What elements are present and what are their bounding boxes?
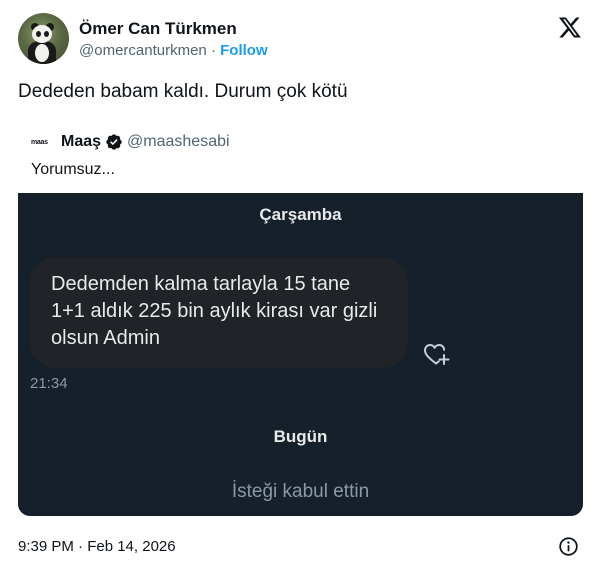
author-avatar[interactable] xyxy=(18,13,69,64)
chat-day-label: Bugün xyxy=(273,427,328,446)
info-icon[interactable] xyxy=(558,536,579,557)
x-logo-icon[interactable] xyxy=(558,15,582,39)
avatar-panda-eye xyxy=(44,31,49,37)
quoted-tweet-header[interactable]: maas Maaş @maashesabi xyxy=(31,133,230,151)
quoted-author-avatar[interactable]: maas xyxy=(31,133,51,151)
chat-message-time: 21:34 xyxy=(30,375,68,392)
chat-screenshot-image[interactable]: Çarşamba Dedemden kalma tarlayla 15 tane… xyxy=(18,193,583,516)
author-handle[interactable]: @omercanturkmen xyxy=(79,42,207,59)
author-handle-row: @omercanturkmen · Follow xyxy=(79,42,268,59)
heart-add-icon xyxy=(424,344,450,365)
avatar-panda-belly xyxy=(35,44,49,62)
quoted-author-handle[interactable]: @maashesabi xyxy=(127,133,230,151)
tweet-text: Dededen babam kaldı. Durum çok kötü xyxy=(18,81,348,102)
author-name[interactable]: Ömer Can Türkmen xyxy=(79,19,237,39)
verified-badge-icon xyxy=(106,134,122,150)
chat-status-text: İsteği kabul ettin xyxy=(231,481,370,502)
quoted-author-name[interactable]: Maaş xyxy=(61,133,101,151)
chat-message-bubble: Dedemden kalma tarlayla 15 tane 1+1 aldı… xyxy=(30,257,408,368)
quoted-tweet-text: Yorumsuz... xyxy=(31,161,115,178)
separator: · xyxy=(210,42,216,59)
follow-button[interactable]: Follow xyxy=(220,42,268,59)
avatar-panda-eye xyxy=(36,31,41,37)
avatar-panda-head xyxy=(32,25,52,43)
chat-day-label: Çarşamba xyxy=(259,205,342,224)
tweet-timestamp[interactable]: 9:39 PM · Feb 14, 2026 xyxy=(18,538,176,555)
tweet-header: Ömer Can Türkmen @omercanturkmen · Follo… xyxy=(18,13,582,65)
